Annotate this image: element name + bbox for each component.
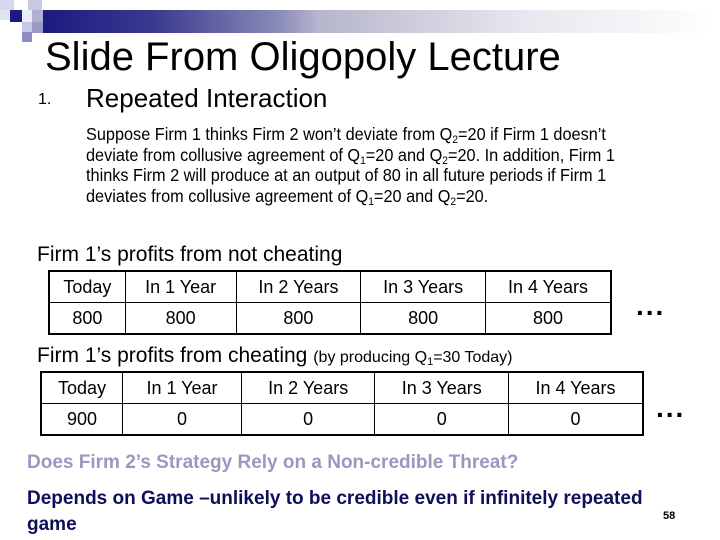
value-cell: 900 xyxy=(40,403,124,436)
ellipsis: ... xyxy=(636,290,666,321)
label-text: Firm 1’s profits from cheating xyxy=(37,344,308,367)
value-cell: 0 xyxy=(122,403,242,436)
header-cell: In 4 Years xyxy=(484,270,612,303)
header-cell: In 1 Year xyxy=(122,371,242,404)
header-gradient-bar-fade xyxy=(320,10,715,33)
section-number: 1. xyxy=(38,91,52,108)
text: =20 and Q xyxy=(373,185,451,206)
table-row: 800 800 800 800 800 xyxy=(48,302,612,335)
value-cell: 800 xyxy=(48,302,126,335)
header-cell: In 3 Years xyxy=(360,270,486,303)
slide-title: Slide From Oligopoly Lecture xyxy=(45,35,561,79)
text: Suppose Firm 1 thinks Firm 2 won’t devia… xyxy=(86,124,453,144)
header-cell: In 2 Years xyxy=(240,371,376,404)
value-cell: 0 xyxy=(508,403,644,436)
header-cell: In 1 Year xyxy=(124,270,237,303)
table-header-row: Today In 1 Year In 2 Years In 3 Years In… xyxy=(48,270,612,303)
value-cell: 800 xyxy=(124,302,237,335)
text: (by producing Q xyxy=(313,349,428,366)
not-cheating-label: Firm 1’s profits from not cheating xyxy=(37,243,343,266)
question-text: Does Firm 2’s Strategy Rely on a Non-cre… xyxy=(27,452,519,473)
header-gradient-bar xyxy=(43,10,320,33)
text: =20 and Q xyxy=(365,144,443,165)
not-cheating-table: Today In 1 Year In 2 Years In 3 Years In… xyxy=(48,270,612,335)
value-cell: 800 xyxy=(360,302,486,335)
header-cell: Today xyxy=(40,371,124,404)
header-cell: In 3 Years xyxy=(374,371,510,404)
text: =30 Today) xyxy=(433,349,513,366)
table-header-row: Today In 1 Year In 2 Years In 3 Years In… xyxy=(40,371,644,404)
value-cell: 800 xyxy=(484,302,612,335)
value-cell: 0 xyxy=(240,403,376,436)
cheating-table: Today In 1 Year In 2 Years In 3 Years In… xyxy=(40,371,644,436)
value-cell: 800 xyxy=(235,302,362,335)
answer-text: Depends on Game –unlikely to be credible… xyxy=(27,488,643,535)
page-number: 58 xyxy=(663,510,676,522)
cheating-note: (by producing Q1=30 Today) xyxy=(313,349,513,368)
value-cell: 0 xyxy=(374,403,510,436)
scenario-paragraph: Suppose Firm 1 thinks Firm 2 won’t devia… xyxy=(86,124,644,207)
ellipsis: ... xyxy=(656,392,686,423)
cheating-label: Firm 1’s profits from cheating (by produ… xyxy=(37,343,513,371)
header-cell: In 2 Years xyxy=(235,270,362,303)
text: =20. xyxy=(456,185,489,206)
header-cell: In 4 Years xyxy=(508,371,644,404)
table-row: 900 0 0 0 0 xyxy=(40,403,644,436)
header-cell: Today xyxy=(48,270,126,303)
section-heading: Repeated Interaction xyxy=(86,83,328,113)
